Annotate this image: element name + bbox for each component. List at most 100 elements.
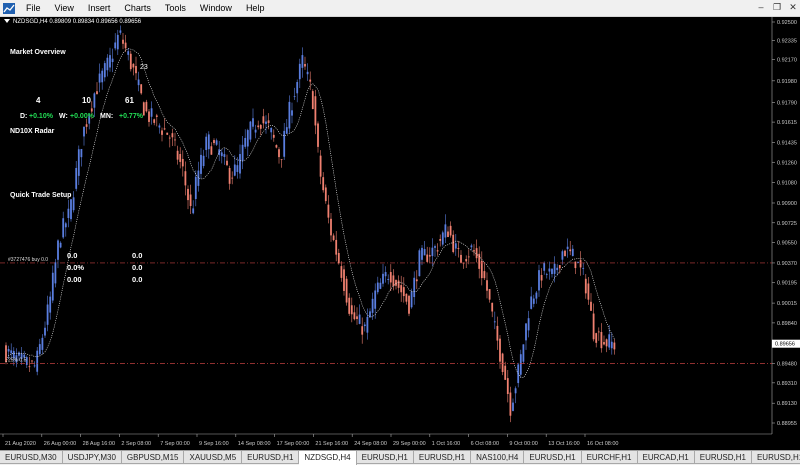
- candle-body: [327, 204, 330, 218]
- tab-eurusd-h1[interactable]: EURUSD,H1: [524, 451, 582, 464]
- time-tick-label: 7 Sep 00:00: [160, 441, 190, 447]
- candle-body: [499, 338, 501, 362]
- monthly-label: MN:: [100, 113, 113, 120]
- candle-body: [595, 333, 598, 343]
- candle-body: [361, 326, 364, 335]
- close-icon[interactable]: ✕: [788, 2, 798, 13]
- time-tick-label: 9 Sep 16:00: [199, 441, 229, 447]
- price-tick-label: 0.90550: [777, 241, 797, 247]
- tab-eurusd-m30[interactable]: EURUSD,M30: [0, 451, 63, 464]
- candle-body: [83, 126, 85, 137]
- menu-tools[interactable]: Tools: [158, 0, 193, 17]
- tab-eurusd-h1[interactable]: EURUSD,H1: [413, 451, 472, 464]
- candle-body: [306, 71, 309, 75]
- candle-body: [213, 140, 215, 144]
- candle-body: [460, 254, 462, 263]
- candle-body: [436, 250, 439, 252]
- candle-body: [44, 327, 46, 336]
- daily-change: +0.10%: [29, 113, 54, 120]
- candle-body: [215, 140, 218, 145]
- candle-body: [584, 278, 587, 294]
- candle-body: [356, 316, 358, 320]
- candle-body: [457, 248, 460, 249]
- menu-charts[interactable]: Charts: [117, 0, 158, 17]
- menu-help[interactable]: Help: [239, 0, 272, 17]
- candle-body: [392, 275, 395, 287]
- candle-body: [101, 70, 104, 83]
- candle-body: [473, 250, 475, 252]
- restore-icon[interactable]: ❐: [772, 2, 782, 13]
- tab-usdjpy-m30[interactable]: USDJPY,M30: [62, 451, 122, 464]
- candle-body: [155, 115, 158, 117]
- candle-body: [564, 250, 566, 257]
- candle-body: [551, 268, 553, 275]
- candle-body: [330, 218, 332, 236]
- candle-body: [38, 344, 41, 355]
- candle-body: [558, 265, 561, 269]
- candle-body: [348, 297, 351, 314]
- menu-view[interactable]: View: [48, 0, 81, 17]
- tab-nzdsgd-h4[interactable]: NZDSGD,H4: [299, 451, 357, 465]
- candle-body: [252, 118, 254, 127]
- candle-body: [31, 360, 33, 362]
- candle-body: [431, 247, 434, 257]
- price-tick-label: 0.90370: [777, 261, 797, 267]
- candle-body: [98, 73, 101, 83]
- candle-body: [57, 240, 59, 260]
- candle-body: [369, 311, 371, 318]
- price-tick-label: 0.90900: [777, 201, 797, 207]
- candle-body: [605, 339, 608, 347]
- price-tick-label: 0.91435: [777, 140, 797, 146]
- candle-body: [548, 268, 551, 272]
- candle-body: [132, 63, 135, 68]
- tab-eurusd-h1[interactable]: EURUSD,H1: [356, 451, 414, 464]
- candle-body: [496, 325, 499, 341]
- candle-body: [223, 154, 226, 157]
- candle-body: [187, 188, 189, 201]
- candle-body: [447, 231, 449, 238]
- tab-nas100-h4[interactable]: NAS100,H4: [471, 451, 525, 464]
- candle-body: [532, 298, 535, 304]
- candle-body: [283, 130, 286, 157]
- candle-body: [140, 84, 143, 94]
- time-tick-label: 16 Oct 08:00: [587, 441, 619, 447]
- candle-body: [530, 296, 533, 309]
- candle-body: [571, 248, 574, 257]
- candle-body: [103, 63, 106, 78]
- candle-body: [135, 66, 137, 74]
- quick-trade-value: 0.0: [67, 251, 77, 260]
- candle-body: [358, 314, 361, 324]
- chart-canvas[interactable]: 0.92500 0.92335 0.92170 0.91980 0.91790 0.916…: [0, 17, 800, 450]
- menu-window[interactable]: Window: [193, 0, 239, 17]
- candle-body: [93, 93, 96, 108]
- candle-body: [454, 243, 457, 249]
- candle-body: [67, 208, 70, 219]
- menu-file[interactable]: File: [19, 0, 48, 17]
- candle-body: [480, 260, 483, 279]
- candle-body: [332, 235, 335, 240]
- price-tick-label: 0.89130: [777, 401, 797, 407]
- candle-body: [467, 256, 470, 258]
- candle-body: [288, 101, 291, 129]
- candle-body: [70, 199, 72, 220]
- menu-insert[interactable]: Insert: [81, 0, 118, 17]
- candle-body: [309, 79, 312, 82]
- candle-body: [340, 266, 343, 278]
- minimize-icon[interactable]: –: [756, 2, 766, 13]
- tab-gbpusd-m15[interactable]: GBPUSD,M15: [121, 451, 185, 464]
- tab-xauusd-m5[interactable]: XAUUSD,M5: [184, 451, 243, 464]
- price-tick-label: 0.91790: [777, 100, 797, 106]
- tab-eurusd-h1[interactable]: EURUSD,H1: [751, 451, 800, 464]
- candle-body: [291, 110, 293, 116]
- tab-eurcad-h1[interactable]: EURCAD,H1: [637, 451, 695, 464]
- candle-body: [402, 287, 405, 297]
- candle-body: [569, 249, 572, 252]
- price-chart[interactable]: 0.92500 0.92335 0.92170 0.91980 0.91790 0.916…: [0, 17, 800, 450]
- tab-eurchf-h1[interactable]: EURCHF,H1: [581, 451, 638, 464]
- candle-body: [603, 342, 605, 345]
- candle-body: [122, 39, 124, 44]
- tab-eurusd-h1[interactable]: EURUSD,H1: [694, 451, 752, 464]
- chart-menu-icon[interactable]: [4, 19, 10, 24]
- tab-eurusd-h1[interactable]: EURUSD,H1: [242, 451, 300, 464]
- candle-body: [579, 260, 582, 268]
